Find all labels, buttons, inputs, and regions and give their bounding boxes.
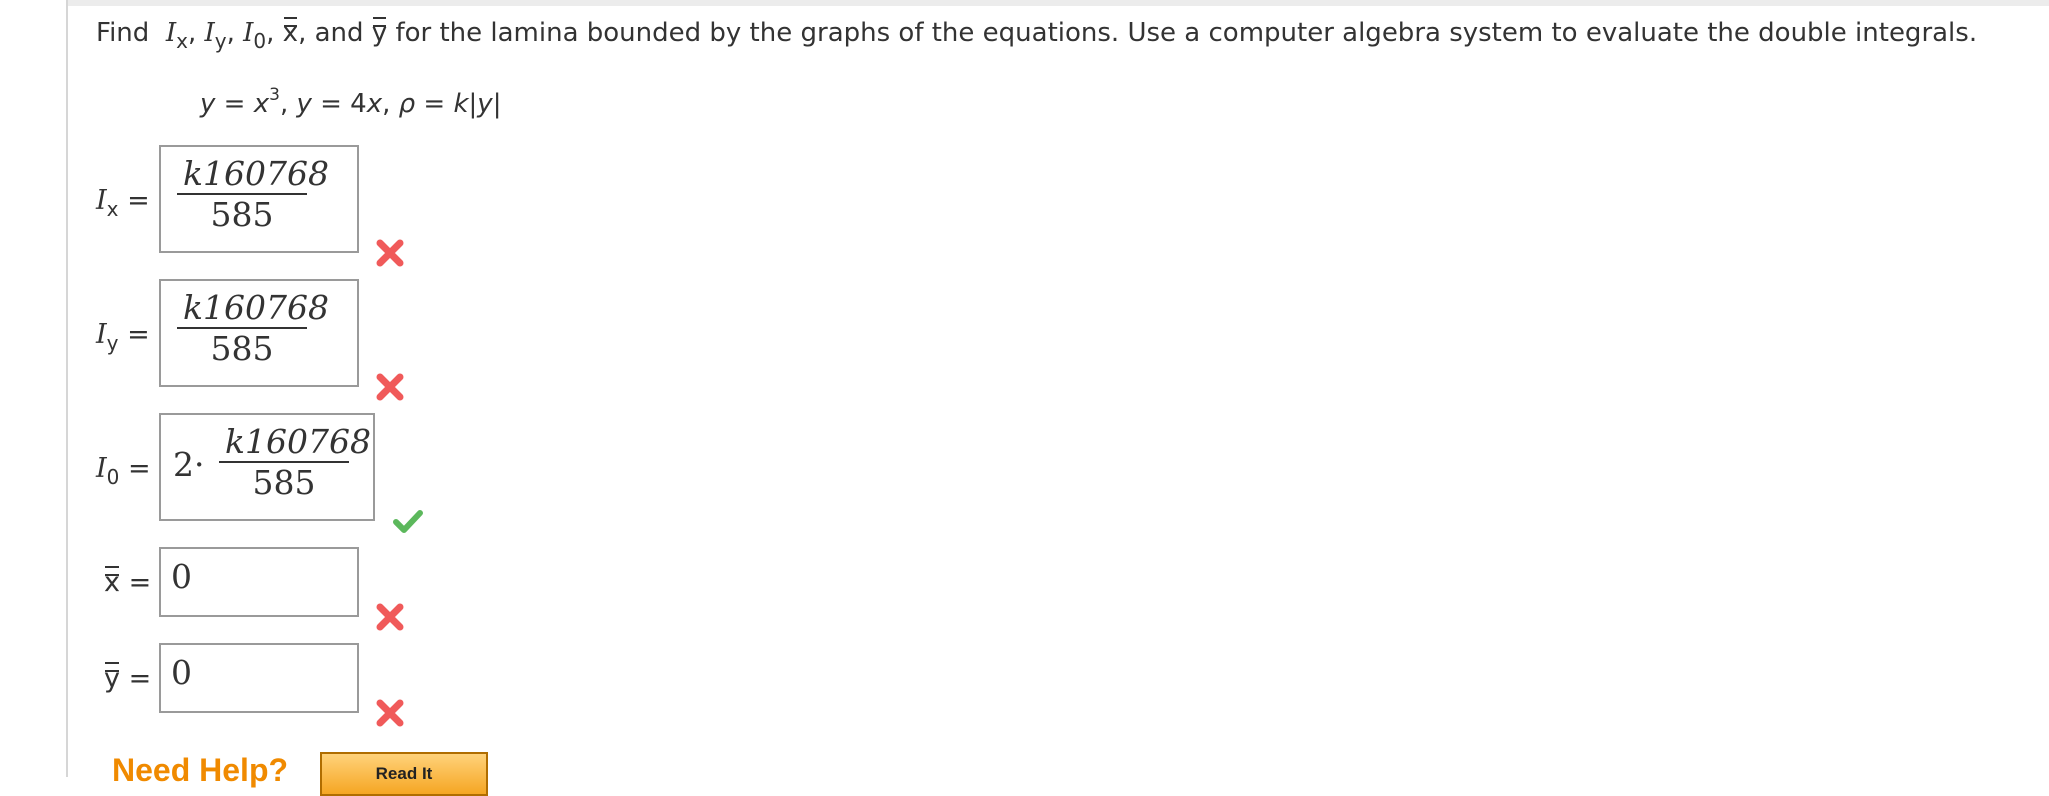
question-rest: for the lamina bounded by the graphs of … (395, 18, 1978, 48)
answer-value: 0 (171, 653, 192, 692)
answer-value: 0 (171, 557, 192, 596)
numerator: k160768 (225, 422, 371, 461)
question-text: Find Ix, Iy, I0, x, and y for the lamina… (96, 17, 1978, 53)
var-ix: Ix (165, 18, 188, 53)
numerator: k160768 (183, 154, 329, 193)
correct-icon (393, 510, 423, 533)
equation: y = x3, y = 4x, ρ = k|y| (200, 85, 502, 119)
label-ybar: y = (104, 662, 152, 694)
label-ix: Ix = (96, 185, 150, 221)
numerator: k160768 (183, 288, 329, 327)
question-and: and (314, 18, 364, 48)
need-help-label: Need Help? (112, 752, 289, 788)
label-xbar: x = (104, 566, 152, 598)
label-iy: Iy = (96, 319, 150, 355)
incorrect-icon (376, 239, 404, 267)
var-xbar: x (282, 17, 299, 48)
var-ybar: y (371, 17, 388, 48)
answer-input-ybar[interactable]: 0 (159, 643, 359, 713)
denominator: 585 (210, 329, 274, 368)
left-gutter (0, 0, 68, 777)
incorrect-icon (376, 603, 404, 631)
answer-input-i0[interactable]: 2· k160768 585 (159, 413, 375, 521)
var-iy: Iy (204, 18, 227, 53)
denominator: 585 (210, 195, 274, 234)
denominator: 585 (252, 463, 316, 502)
read-it-button[interactable]: Read It (320, 752, 488, 796)
incorrect-icon (376, 373, 404, 401)
coefficient: 2· (173, 445, 205, 484)
answer-input-iy[interactable]: k160768 585 (159, 279, 359, 387)
label-i0: I0 = (96, 453, 151, 489)
var-i0: I0 (243, 18, 267, 53)
answer-input-xbar[interactable]: 0 (159, 547, 359, 617)
incorrect-icon (376, 699, 404, 727)
answer-input-ix[interactable]: k160768 585 (159, 145, 359, 253)
top-border (0, 0, 2049, 6)
question-prefix: Find (96, 18, 150, 48)
